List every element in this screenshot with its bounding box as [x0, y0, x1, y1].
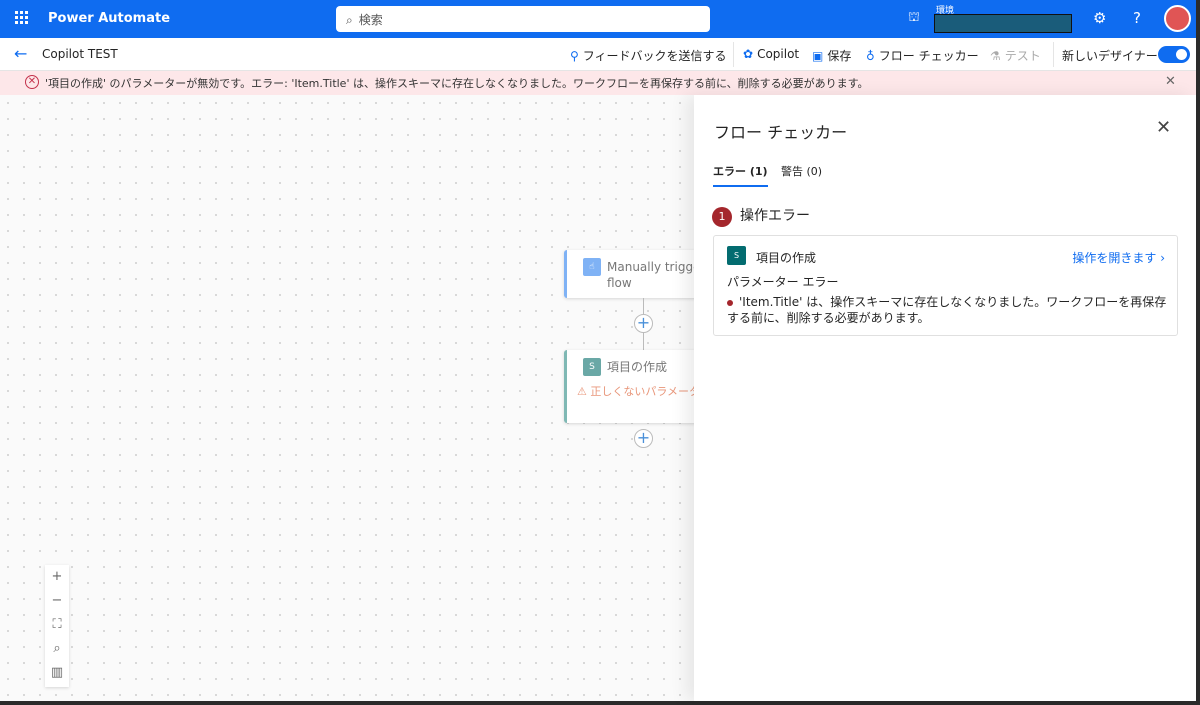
flow-name: Copilot TEST	[42, 47, 118, 61]
search-icon[interactable]: ⌕	[45, 637, 69, 661]
add-step-button[interactable]: +	[634, 314, 653, 333]
bullet-icon	[727, 299, 733, 306]
copilot-icon: ✿	[743, 47, 754, 61]
save-button[interactable]: ▣ 保存	[812, 47, 851, 64]
sharepoint-icon: S	[727, 246, 746, 265]
zoom-controls: + − ⛶ ⌕ ▥	[45, 565, 69, 687]
section-title: 操作エラー	[740, 208, 810, 224]
trigger-card[interactable]: ☝ Manually trigger flow	[564, 250, 694, 298]
gear-icon[interactable]: ⚙	[1093, 9, 1106, 27]
new-designer-toggle[interactable]	[1158, 46, 1190, 63]
top-bar: Power Automate ⌕ 検索 ⛫ 環境 ⚙ ?	[0, 0, 1196, 38]
zoom-out-icon[interactable]: −	[45, 589, 69, 613]
add-step-button[interactable]: +	[634, 429, 653, 448]
open-action-link[interactable]: 操作を開きます ›	[1072, 249, 1165, 266]
error-message-text: 'Item.Title' は、操作スキーマに存在しなくなりました。ワークフローを…	[727, 295, 1167, 325]
action-warning: ⚠ 正しくないパラメーター	[577, 383, 694, 399]
new-designer-label: 新しいデザイナー	[1062, 49, 1158, 63]
sharepoint-icon: S	[583, 358, 601, 376]
error-card: S 項目の作成 操作を開きます › パラメーター エラー 'Item.Title…	[713, 235, 1178, 336]
open-action-label: 操作を開きます	[1072, 251, 1157, 265]
flow-checker-button[interactable]: ♁ フロー チェッカー	[866, 47, 979, 64]
zoom-in-icon[interactable]: +	[45, 565, 69, 589]
panel-title: フロー チェッカー	[714, 123, 848, 142]
action-title: 項目の作成	[607, 360, 668, 374]
error-action-name: 項目の作成	[756, 251, 817, 265]
error-message: 'Item.Title' は、操作スキーマに存在しなくなりました。ワークフローを…	[727, 294, 1167, 326]
hand-touch-icon: ☝	[583, 258, 601, 276]
trigger-title: Manually trigger flow	[607, 260, 694, 290]
flask-icon: ⚗	[990, 49, 1001, 63]
app-launcher-icon[interactable]	[15, 11, 29, 25]
flow-checker-panel: フロー チェッカー ✕ エラー (1) 警告 (0) 1 操作エラー S 項目の作…	[694, 95, 1196, 701]
search-icon: ⌕	[346, 13, 353, 27]
divider	[733, 42, 734, 67]
flow-canvas[interactable]: ☝ Manually trigger flow + S 項目の作成 ⚠ 正しくな…	[0, 95, 694, 701]
fit-view-icon[interactable]: ⛶	[45, 613, 69, 637]
copilot-button[interactable]: ✿ Copilot	[743, 47, 799, 61]
search-input[interactable]: ⌕ 検索	[336, 6, 710, 32]
close-icon[interactable]: ✕	[1165, 74, 1176, 89]
app-title[interactable]: Power Automate	[48, 11, 170, 26]
error-type: パラメーター エラー	[727, 275, 839, 289]
test-label: テスト	[1004, 49, 1041, 63]
error-banner: ✕ '項目の作成' のパラメーターが無効です。エラー: 'Item.Title'…	[0, 71, 1196, 95]
flow-checker-label: フロー チェッカー	[878, 49, 979, 63]
help-icon[interactable]: ?	[1133, 9, 1141, 27]
error-circle-icon: ✕	[25, 75, 39, 89]
chevron-right-icon: ›	[1160, 251, 1165, 265]
banner-message: '項目の作成' のパラメーターが無効です。エラー: 'Item.Title' は…	[45, 77, 869, 90]
warning-icon: ⚠	[577, 385, 591, 398]
feedback-button[interactable]: ⚲ フィードバックを送信する	[570, 47, 727, 64]
copilot-label: Copilot	[757, 47, 800, 61]
action-card[interactable]: S 項目の作成 ⚠ 正しくないパラメーター	[564, 350, 694, 423]
command-bar: ← Copilot TEST ⚲ フィードバックを送信する ✿ Copilot ▣ 保…	[0, 38, 1196, 71]
stethoscope-icon: ♁	[866, 49, 875, 63]
close-icon[interactable]: ✕	[1156, 117, 1171, 138]
connector	[643, 333, 644, 350]
search-placeholder: 検索	[358, 13, 383, 27]
minimap-icon[interactable]: ▥	[45, 661, 69, 685]
environment-selector[interactable]	[934, 14, 1072, 33]
avatar[interactable]	[1164, 5, 1191, 32]
tab-errors[interactable]: エラー (1)	[713, 163, 768, 187]
divider	[1053, 42, 1054, 67]
environment-icon[interactable]: ⛫	[908, 10, 920, 27]
error-count-badge: 1	[712, 207, 732, 227]
feedback-label: フィードバックを送信する	[582, 49, 727, 63]
warning-text: 正しくないパラメーター	[590, 385, 694, 398]
tab-warnings[interactable]: 警告 (0)	[781, 163, 822, 179]
test-button[interactable]: ⚗ テスト	[990, 47, 1041, 64]
section-header: 1 操作エラー	[712, 205, 810, 227]
save-label: 保存	[827, 49, 852, 63]
back-arrow-icon[interactable]: ←	[14, 44, 27, 63]
feedback-icon: ⚲	[570, 49, 579, 63]
save-icon: ▣	[812, 49, 824, 63]
